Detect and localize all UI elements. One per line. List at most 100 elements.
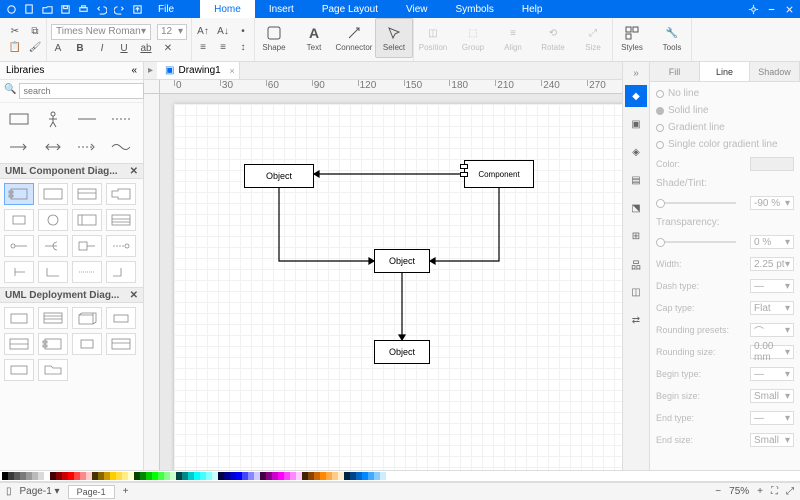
diagram-box-component[interactable]: Component — [464, 160, 534, 188]
add-page-icon[interactable]: + — [123, 486, 129, 497]
rounds-value[interactable]: 0.00 mm▾ — [750, 345, 794, 359]
rt-arrange-icon[interactable]: 品 — [625, 253, 647, 275]
fullscreen-icon[interactable]: ⤢ — [786, 486, 794, 497]
roundp-value[interactable]: ⌒▾ — [750, 323, 794, 337]
trans-slider[interactable] — [656, 241, 736, 243]
connector-tool[interactable]: Connector — [335, 18, 373, 58]
comp-shape-7[interactable] — [72, 209, 102, 231]
comp-shape-14[interactable] — [38, 261, 68, 283]
clear-format-icon[interactable]: ✕ — [161, 42, 175, 56]
document-tab[interactable]: ▣ Drawing1 × — [157, 62, 240, 79]
align-center-icon[interactable]: ≡ — [216, 41, 230, 55]
dep-shape-10[interactable] — [38, 359, 68, 381]
line-spacing-icon[interactable]: ↕ — [236, 41, 250, 55]
dep-shape-7[interactable] — [72, 333, 102, 355]
align-left-icon[interactable]: ≡ — [196, 41, 210, 55]
export-icon[interactable] — [130, 2, 144, 16]
diagram-box-obj2[interactable]: Object — [374, 249, 430, 273]
page-selector[interactable]: Page-1 ▾ — [20, 486, 60, 497]
dash-value[interactable]: —▾ — [750, 279, 794, 293]
styles-tool[interactable]: Styles — [613, 18, 651, 58]
comp-shape-10[interactable] — [38, 235, 68, 257]
page-canvas[interactable]: Object Component Object Object — [174, 104, 622, 470]
comp-shape-2[interactable] — [38, 183, 68, 205]
increase-font-icon[interactable]: A↑ — [196, 25, 210, 39]
etype-value[interactable]: —▾ — [750, 411, 794, 425]
settings-icon[interactable] — [746, 2, 760, 16]
comp-shape-13[interactable] — [4, 261, 34, 283]
rt-page-icon[interactable]: ▤ — [625, 169, 647, 191]
rp-tab-line[interactable]: Line — [700, 62, 750, 81]
collapse-left-icon[interactable]: ▸ — [144, 65, 157, 76]
print-icon[interactable] — [76, 2, 90, 16]
shape-wave[interactable] — [106, 135, 136, 159]
rt-data-icon[interactable]: ⊞ — [625, 225, 647, 247]
page-indicator-icon[interactable]: ▯ — [6, 486, 12, 497]
select-tool[interactable]: Select — [375, 18, 413, 58]
shape-tool[interactable]: Shape — [255, 18, 293, 58]
comp-shape-8[interactable] — [106, 209, 136, 231]
tab-symbols[interactable]: Symbols — [442, 0, 508, 18]
shape-biarrow[interactable] — [38, 135, 68, 159]
rp-tab-fill[interactable]: Fill — [650, 62, 700, 81]
comp-shape-12[interactable] — [106, 235, 136, 257]
comp-shape-6[interactable] — [38, 209, 68, 231]
bold-icon[interactable]: B — [73, 42, 87, 56]
rt-chart-icon[interactable]: ⬔ — [625, 197, 647, 219]
comp-shape-5[interactable] — [4, 209, 34, 231]
highlight-icon[interactable]: ab — [139, 42, 153, 56]
open-icon[interactable] — [40, 2, 54, 16]
shade-value[interactable]: -90 %▾ — [750, 196, 794, 210]
line-solid[interactable]: Solid line — [656, 105, 794, 116]
section-deployment[interactable]: UML Deployment Diag...✕ — [0, 287, 143, 303]
text-tool[interactable]: AText — [295, 18, 333, 58]
color-swatch[interactable] — [750, 157, 794, 171]
section-component[interactable]: UML Component Diag...✕ — [0, 163, 143, 179]
fit-page-icon[interactable]: ⛶ — [771, 486, 778, 497]
page-tab[interactable]: Page-1 — [68, 485, 115, 499]
diagram-box-obj1[interactable]: Object — [244, 164, 314, 188]
shade-slider[interactable] — [656, 202, 736, 204]
font-size[interactable]: 12▾ — [157, 24, 187, 40]
minimize-icon[interactable] — [764, 2, 778, 16]
line-singlegrad[interactable]: Single color gradient line — [656, 139, 794, 150]
rt-theme-icon[interactable]: ◫ — [625, 281, 647, 303]
width-value[interactable]: 2.25 pt▾ — [750, 257, 794, 271]
tools-tool[interactable]: 🔧Tools — [653, 18, 691, 58]
redo-icon[interactable] — [112, 2, 126, 16]
comp-shape-15[interactable] — [72, 261, 102, 283]
tab-help[interactable]: Help — [508, 0, 557, 18]
paste-icon[interactable]: 📋 — [8, 41, 22, 55]
rt-more-icon[interactable]: ⇄ — [625, 309, 647, 331]
copy-icon[interactable]: ⧉ — [28, 25, 42, 39]
shape-dotarrow[interactable] — [72, 135, 102, 159]
rt-fill-icon[interactable]: ◆ — [625, 85, 647, 107]
trans-value[interactable]: 0 %▾ — [750, 235, 794, 249]
shape-rect[interactable] — [4, 107, 34, 131]
close-icon[interactable] — [782, 2, 796, 16]
comp-shape-1[interactable] — [4, 183, 34, 205]
btype-value[interactable]: —▾ — [750, 367, 794, 381]
esize-value[interactable]: Small▾ — [750, 433, 794, 447]
close-tab-icon[interactable]: × — [229, 66, 234, 76]
comp-shape-9[interactable] — [4, 235, 34, 257]
rt-layers-icon[interactable]: ◈ — [625, 141, 647, 163]
decrease-font-icon[interactable]: A↓ — [216, 25, 230, 39]
underline-icon[interactable]: U — [117, 42, 131, 56]
dep-shape-2[interactable] — [38, 307, 68, 329]
expand-right-icon[interactable]: » — [633, 68, 639, 79]
dep-shape-8[interactable] — [106, 333, 136, 355]
bsize-value[interactable]: Small▾ — [750, 389, 794, 403]
search-icon[interactable]: 🔍 — [4, 84, 16, 98]
save-icon[interactable] — [58, 2, 72, 16]
font-color-icon[interactable]: A — [51, 42, 65, 56]
diagram-box-obj3[interactable]: Object — [374, 340, 430, 364]
line-noline[interactable]: No line — [656, 88, 794, 99]
shape-line[interactable] — [72, 107, 102, 131]
shape-dash[interactable] — [106, 107, 136, 131]
undo-icon[interactable] — [94, 2, 108, 16]
italic-icon[interactable]: I — [95, 42, 109, 56]
color-strip[interactable] — [0, 470, 800, 482]
rp-tab-shadow[interactable]: Shadow — [750, 62, 800, 81]
dep-shape-6[interactable] — [38, 333, 68, 355]
